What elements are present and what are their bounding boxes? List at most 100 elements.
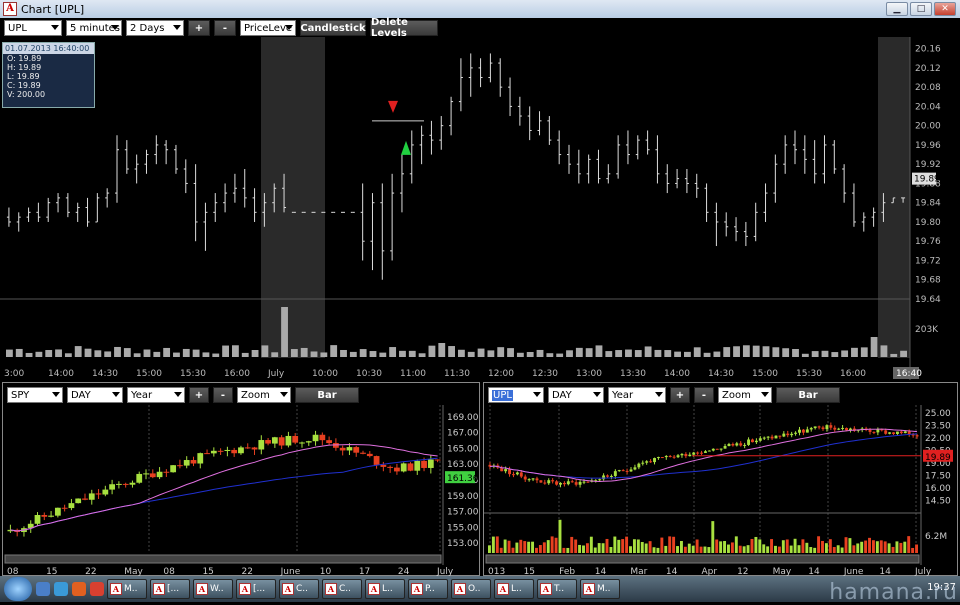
start-button[interactable] [4, 577, 32, 601]
spy-plus-button[interactable]: + [189, 387, 209, 403]
candle-body [339, 447, 346, 451]
candle-body [244, 447, 251, 449]
volume-bar [94, 350, 102, 357]
candlestick-button[interactable]: Candlestick [300, 20, 366, 36]
volume-bar [536, 349, 544, 357]
candle-body [116, 483, 122, 485]
volume-bar [35, 351, 43, 357]
volume-bar [891, 546, 895, 553]
maximize-button[interactable]: □ [910, 2, 932, 16]
upl-daily-bar-button[interactable]: Bar [776, 387, 840, 403]
volume-bar [625, 349, 632, 357]
upl-daily-plus-button[interactable]: + [670, 387, 690, 403]
candle-body [265, 440, 271, 444]
volume-tick-label: 203K [915, 325, 939, 335]
spy-bar-button[interactable]: Bar [295, 387, 359, 403]
desktop-icon[interactable] [36, 582, 50, 596]
spy-zoom-select[interactable]: Zoom [237, 387, 291, 403]
minimize-button[interactable]: ▁ [886, 2, 908, 16]
taskbar-task[interactable]: A W.. [193, 579, 233, 599]
upl-daily-zoom-select[interactable]: Zoom [718, 387, 772, 403]
taskbar-task[interactable]: A O.. [451, 579, 491, 599]
candle-body [535, 478, 539, 481]
zoom-in-button[interactable]: + [188, 20, 210, 36]
range-select[interactable]: 2 Days [126, 20, 184, 36]
taskbar-task[interactable]: A P.. [408, 579, 448, 599]
upl-daily-interval-select[interactable]: DAY [548, 387, 604, 403]
taskbar-task[interactable]: A M.. [107, 579, 147, 599]
candle-body [231, 449, 238, 454]
candle-body [407, 463, 414, 471]
volume-bar [664, 350, 672, 357]
volume-bar [832, 547, 836, 553]
chrome-icon[interactable] [90, 582, 104, 596]
spy-interval-select[interactable]: DAY [67, 387, 123, 403]
app-icon: A [3, 2, 17, 16]
firefox-icon[interactable] [72, 582, 86, 596]
candle-body [696, 452, 700, 454]
sell-arrow-marker [388, 100, 398, 113]
candle-body [217, 450, 224, 452]
taskbar-task[interactable]: A [... [150, 579, 190, 599]
volume-bar [593, 547, 597, 553]
volume-bar [664, 545, 668, 553]
spy-minus-button[interactable]: - [213, 387, 233, 403]
main-chart[interactable]: 20.1620.1220.0820.0420.0019.9619.9219.88… [0, 37, 960, 380]
upl-daily-symbol-select[interactable]: UPL [488, 387, 544, 403]
zoom-out-button[interactable]: - [214, 20, 236, 36]
spy-symbol-select[interactable]: SPY [7, 387, 63, 403]
candle-body [899, 431, 903, 434]
study-select[interactable]: PriceLeve [240, 20, 296, 36]
volume-bar [408, 350, 416, 357]
upl-daily-range-select[interactable]: Year [608, 387, 666, 403]
volume-bar [550, 536, 554, 553]
volume-bar [652, 547, 656, 553]
taskbar-task-label: M.. [124, 584, 138, 594]
main-chart-canvas[interactable]: 20.1620.1220.0820.0420.0019.9619.9219.88… [0, 37, 960, 380]
taskbar-task[interactable]: A L.. [494, 579, 534, 599]
candle-body [786, 433, 790, 436]
ie-icon[interactable] [54, 582, 68, 596]
taskbar-task[interactable]: A C.. [322, 579, 362, 599]
scrollbar[interactable] [485, 554, 920, 564]
delete-levels-button[interactable]: Delete Levels [370, 17, 438, 39]
interval-select[interactable]: 5 minutes [66, 20, 122, 36]
upl-daily-chart-canvas[interactable]: 25.0023.5022.0020.5019.0017.5016.0014.50… [484, 405, 957, 577]
time-tick-label: 3:00 [4, 369, 24, 379]
taskbar-task[interactable]: A L.. [365, 579, 405, 599]
time-tick-label: 11:00 [400, 369, 426, 379]
volume-bar [261, 345, 269, 357]
candle-body [143, 473, 149, 475]
candle-body [312, 434, 319, 442]
candle-body [61, 507, 68, 509]
candle-body [821, 427, 825, 430]
volume-bar [526, 351, 534, 357]
volume-bar [418, 353, 426, 357]
taskbar-task[interactable]: A T.. [537, 579, 577, 599]
candle-body [704, 451, 707, 453]
volume-bar [668, 536, 672, 553]
price-tick-label: 19.80 [915, 218, 941, 228]
volume-bar [836, 545, 840, 553]
symbol-select[interactable]: UPL [4, 20, 62, 36]
volume-bar [84, 348, 92, 357]
candle-body [653, 458, 656, 463]
volume-bar [676, 546, 679, 553]
taskbar-task-label: P.. [425, 584, 435, 594]
volume-bar [281, 307, 288, 357]
candle-body [224, 449, 231, 451]
candle-body [766, 436, 770, 438]
scrollbar[interactable] [4, 554, 442, 564]
taskbar-task[interactable]: A [... [236, 579, 276, 599]
spy-range-select[interactable]: Year [127, 387, 185, 403]
close-button[interactable]: ✕ [934, 2, 956, 16]
spy-chart-canvas[interactable]: 169.00167.00165.00163.00161.00159.00157.… [3, 405, 479, 577]
price-tick-label: 157.00 [447, 508, 479, 518]
volume-bar [566, 350, 573, 357]
upl-daily-minus-button[interactable]: - [694, 387, 714, 403]
taskbar-task[interactable]: A C.. [279, 579, 319, 599]
candle-body [434, 459, 441, 461]
taskbar-task[interactable]: A M.. [580, 579, 620, 599]
candle-body [833, 427, 837, 430]
taskbar-task-label: L.. [382, 584, 393, 594]
